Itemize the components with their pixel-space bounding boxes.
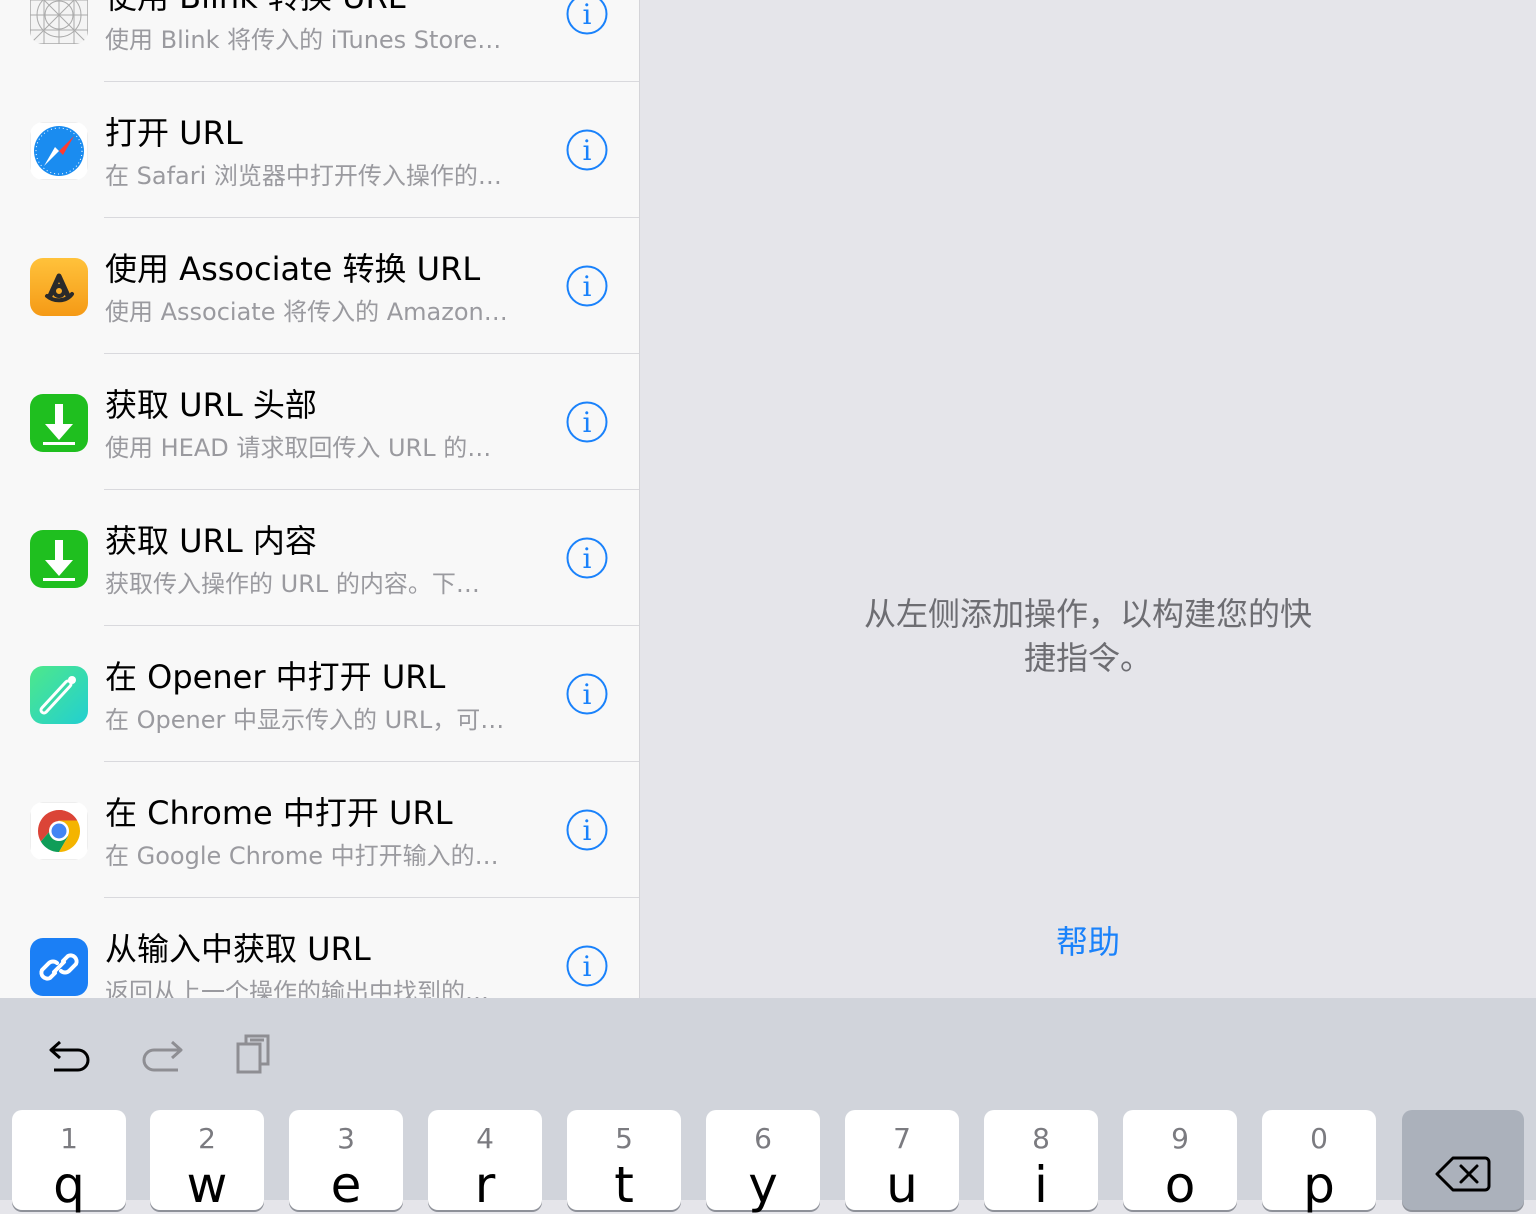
key-char: u xyxy=(886,1156,918,1214)
key-hint: 2 xyxy=(198,1122,216,1155)
delete-key[interactable] xyxy=(1402,1110,1524,1210)
delete-backspace-icon xyxy=(1435,1156,1491,1192)
key-char: w xyxy=(186,1156,228,1214)
key-hint: 0 xyxy=(1310,1122,1328,1155)
key-hint: 6 xyxy=(754,1122,772,1155)
key-w[interactable]: 2w xyxy=(150,1110,264,1214)
download-arrow-icon xyxy=(30,394,88,452)
action-subtitle: 在 Safari 浏览器中打开传入操作的… xyxy=(105,162,502,190)
action-title: 在 Chrome 中打开 URL xyxy=(105,794,453,832)
key-e[interactable]: 3e xyxy=(289,1110,403,1214)
action-subtitle: 使用 Blink 将传入的 iTunes Store… xyxy=(105,26,502,54)
key-o[interactable]: 9o xyxy=(1123,1110,1237,1214)
action-title: 获取 URL 头部 xyxy=(105,386,317,424)
info-circle-icon[interactable]: i xyxy=(566,945,608,987)
blink-grid-icon xyxy=(30,0,88,44)
empty-state-line-2: 捷指令。 xyxy=(1023,639,1152,677)
paste-icon[interactable] xyxy=(232,1030,280,1078)
svg-text:i: i xyxy=(583,542,592,575)
help-button[interactable]: 帮助 xyxy=(1040,920,1136,964)
action-subtitle: 获取传入操作的 URL 的内容。下… xyxy=(105,570,480,598)
action-subtitle: 使用 HEAD 请求取回传入 URL 的… xyxy=(105,434,492,462)
undo-icon[interactable] xyxy=(46,1030,94,1078)
key-t[interactable]: 5t xyxy=(567,1110,681,1214)
action-row-associate[interactable]: 使用 Associate 转换 URL 使用 Associate 将传入的 Am… xyxy=(0,218,639,354)
key-i[interactable]: 8i xyxy=(984,1110,1098,1214)
action-row-opener[interactable]: 在 Opener 中打开 URL 在 Opener 中显示传入的 URL，可… … xyxy=(0,626,639,762)
key-r[interactable]: 4r xyxy=(428,1110,542,1214)
key-hint: 5 xyxy=(615,1122,633,1155)
opener-icon xyxy=(30,666,88,724)
action-subtitle: 在 Google Chrome 中打开输入的… xyxy=(105,842,499,870)
info-circle-icon[interactable]: i xyxy=(566,265,608,307)
action-row-open-url[interactable]: 打开 URL 在 Safari 浏览器中打开传入操作的… i xyxy=(0,82,639,218)
key-q[interactable]: 1q xyxy=(12,1110,126,1214)
download-arrow-icon xyxy=(30,530,88,588)
info-circle-icon[interactable]: i xyxy=(566,0,608,35)
svg-text:i: i xyxy=(583,406,592,439)
svg-text:i: i xyxy=(583,0,592,31)
action-row-url-contents[interactable]: 获取 URL 内容 获取传入操作的 URL 的内容。下… i xyxy=(0,490,639,626)
key-hint: 9 xyxy=(1171,1122,1189,1155)
action-title: 打开 URL xyxy=(105,114,243,152)
action-row-chrome[interactable]: 在 Chrome 中打开 URL 在 Google Chrome 中打开输入的…… xyxy=(0,762,639,898)
associate-icon xyxy=(30,258,88,316)
info-circle-icon[interactable]: i xyxy=(566,809,608,851)
empty-state-line-1: 从左侧添加操作，以构建您的快 xyxy=(863,595,1312,633)
action-title: 使用 Blink 转换 URL xyxy=(105,0,545,18)
redo-icon[interactable] xyxy=(138,1030,186,1078)
key-u[interactable]: 7u xyxy=(845,1110,959,1214)
info-circle-icon[interactable]: i xyxy=(566,129,608,171)
key-hint: 1 xyxy=(60,1122,78,1155)
info-circle-icon[interactable]: i xyxy=(566,401,608,443)
action-title: 在 Opener 中打开 URL xyxy=(105,658,446,696)
svg-text:i: i xyxy=(583,678,592,711)
info-circle-icon[interactable]: i xyxy=(566,537,608,579)
chrome-icon xyxy=(30,802,88,860)
empty-state-message: 从左侧添加操作，以构建您的快 捷指令。 xyxy=(845,592,1331,680)
safari-compass-icon xyxy=(30,122,88,180)
keyboard: 1q 2w 3e 4r 5t 6y 7u 8i 9o 0p xyxy=(0,998,1536,1214)
key-hint: 3 xyxy=(337,1122,355,1155)
action-title: 使用 Associate 转换 URL xyxy=(105,250,481,288)
svg-text:i: i xyxy=(583,950,592,983)
key-hint: 8 xyxy=(1032,1122,1050,1155)
action-row-get-urls[interactable]: 从输入中获取 URL 返回从上一个操作的输出中找到的… i xyxy=(0,898,639,998)
svg-text:i: i xyxy=(583,814,592,847)
key-char: o xyxy=(1164,1156,1196,1214)
action-subtitle: 使用 Associate 将传入的 Amazon… xyxy=(105,298,508,326)
key-char: r xyxy=(474,1156,496,1214)
key-y[interactable]: 6y xyxy=(706,1110,820,1214)
key-char: p xyxy=(1303,1156,1335,1214)
key-p[interactable]: 0p xyxy=(1262,1110,1376,1214)
action-subtitle: 在 Opener 中显示传入的 URL，可… xyxy=(105,706,505,734)
link-icon xyxy=(30,938,88,996)
svg-text:i: i xyxy=(583,134,592,167)
svg-text:i: i xyxy=(583,270,592,303)
key-hint: 4 xyxy=(476,1122,494,1155)
action-title: 获取 URL 内容 xyxy=(105,522,317,560)
action-subtitle: 返回从上一个操作的输出中找到的… xyxy=(105,978,489,998)
key-char: i xyxy=(1034,1156,1048,1214)
key-char: e xyxy=(330,1156,362,1214)
action-row-blink[interactable]: 使用 Blink 转换 URL 使用 Blink 将传入的 iTunes Sto… xyxy=(0,0,639,82)
info-circle-icon[interactable]: i xyxy=(566,673,608,715)
action-row-url-headers[interactable]: 获取 URL 头部 使用 HEAD 请求取回传入 URL 的… i xyxy=(0,354,639,490)
key-char: t xyxy=(614,1156,634,1214)
key-hint: 7 xyxy=(893,1122,911,1155)
key-char: q xyxy=(53,1156,85,1214)
key-char: y xyxy=(748,1156,778,1214)
action-list: 使用 Blink 转换 URL 使用 Blink 将传入的 iTunes Sto… xyxy=(0,0,640,998)
action-title: 从输入中获取 URL xyxy=(105,930,371,968)
